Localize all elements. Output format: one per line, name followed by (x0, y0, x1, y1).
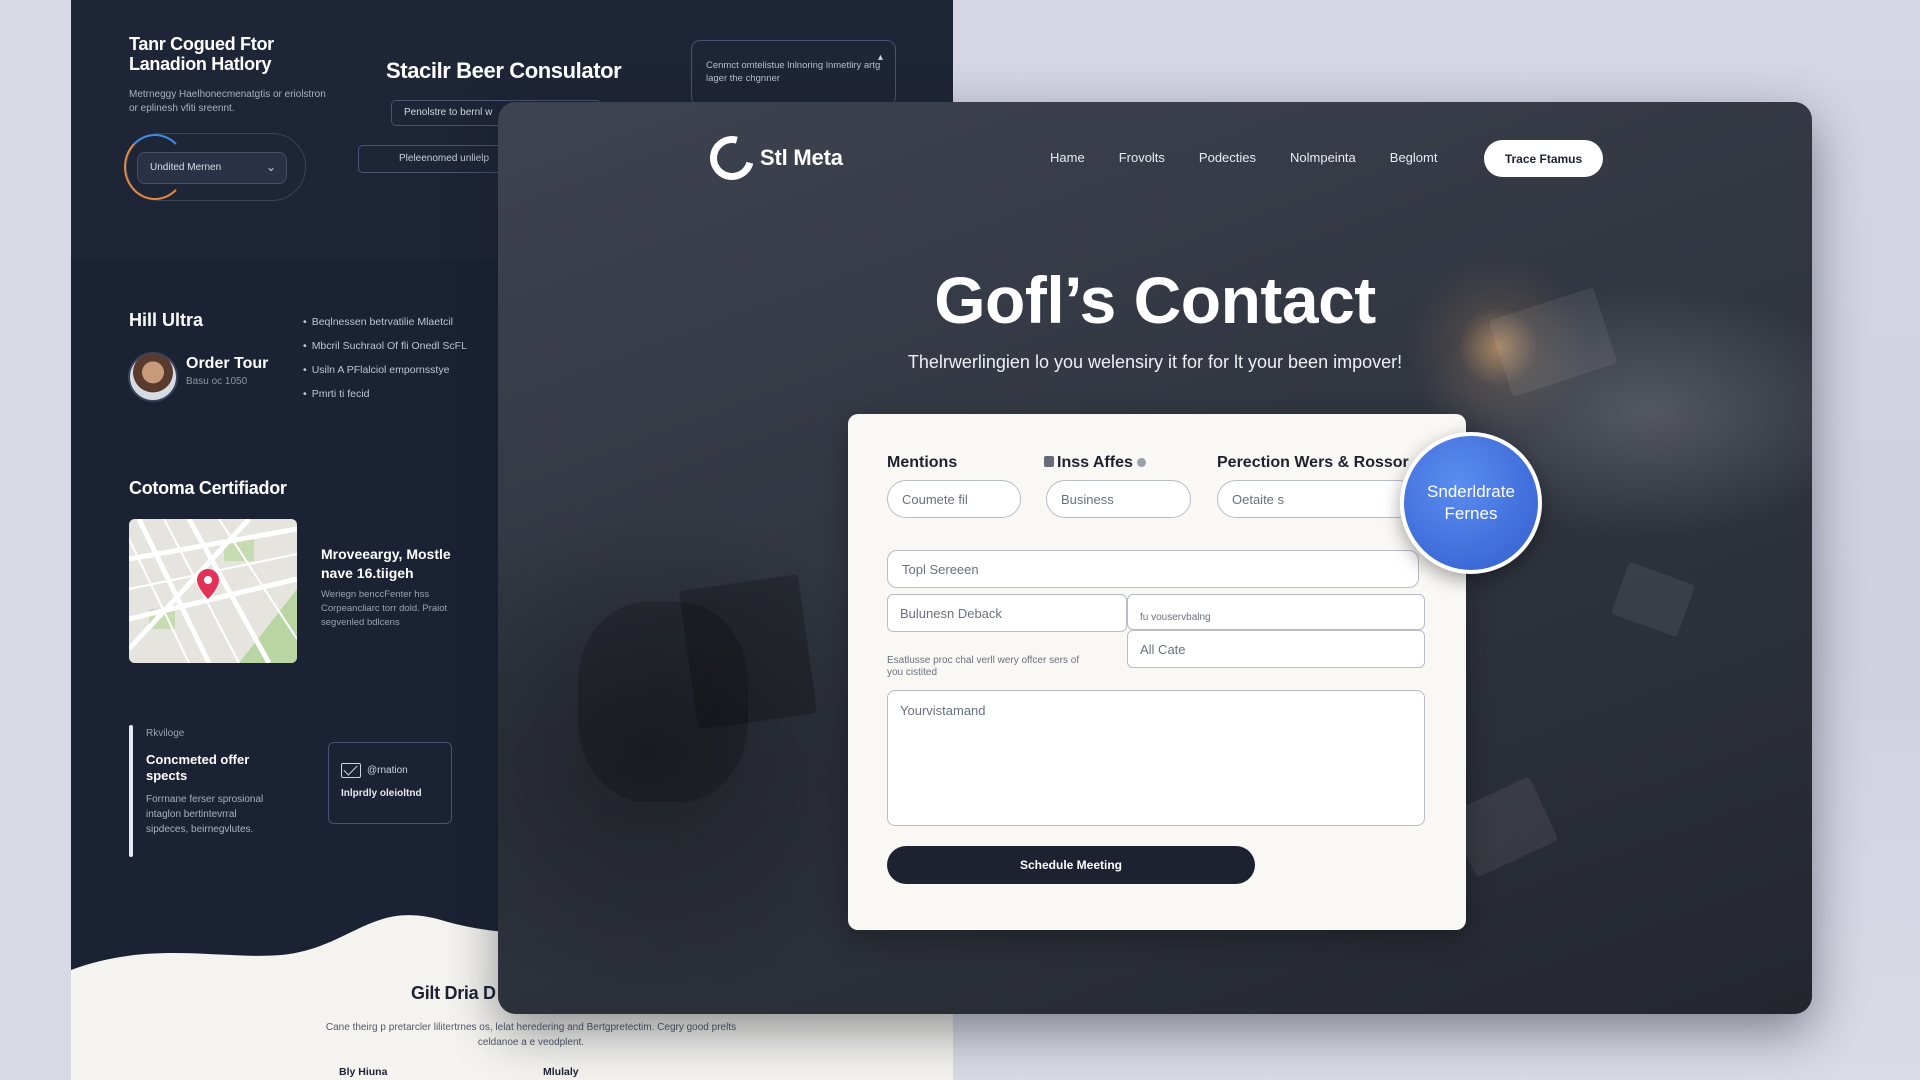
cert-title: Cotoma Certifiador (129, 478, 287, 498)
page-title: Gofl’s Contact (934, 263, 1376, 337)
category-small-label: fu vouservbalng (1140, 612, 1211, 623)
perection-label: Perection Wers & Rossor (1217, 454, 1409, 471)
mail-icon (341, 763, 361, 778)
nav-item-podecties[interactable]: Podecties (1199, 150, 1256, 165)
category-select[interactable]: All Cate (1127, 630, 1425, 668)
quote-label: Rkviloge (146, 728, 185, 739)
photo-paper (1610, 561, 1696, 638)
nav-item-beglomt[interactable]: Beglomt (1390, 150, 1438, 165)
page-subtitle: Thelrwerlingien lo you welensiry it for … (907, 352, 1403, 372)
logo-mark-icon (701, 127, 763, 189)
list-item: Usiln A PFlalciol empornsstye (303, 358, 467, 382)
footer-title: Gilt Dria D (411, 983, 496, 1003)
contact-page-window: Stl Meta Hame Frovolts Podecties Nolmpei… (498, 102, 1812, 1014)
footer-column-b: Mlulaly (543, 1066, 579, 1078)
contact-label: Inlprdly oleioltnd (341, 788, 422, 799)
logo-text: Stl Meta (760, 145, 843, 170)
quote-body: Forrnane ferser sprosional intaglon bert… (146, 794, 264, 835)
perection-input[interactable]: Oetaite s (1217, 480, 1417, 518)
order-subtitle: Basu oc 1050 (186, 376, 248, 387)
chevron-down-icon: ⌄ (265, 160, 276, 174)
mentions-label: Mentions (887, 454, 958, 471)
nav-item-nolmpeinta[interactable]: Nolmpeinta (1290, 150, 1356, 165)
badge-line-2: Fernes (1444, 504, 1498, 523)
affes-label-text: Inss Affes (1057, 454, 1133, 471)
nav-item-frovolts[interactable]: Frovolts (1119, 150, 1165, 165)
preview-select[interactable]: Undited Mernen ⌄ (137, 152, 287, 184)
info-icon (1136, 458, 1146, 467)
map-heading: Mroveeargy, Mostle nave 16.tiigeh (321, 546, 451, 581)
contact-card[interactable]: @rnation Inlprdly oleioltnd (328, 742, 452, 824)
main-nav: Hame Frovolts Podecties Nolmpeinta Beglo… (1050, 150, 1437, 165)
list-item: Pmrti ti fecid (303, 382, 467, 406)
preview-title: Tanr Cogued Ftor Lanadion Hatlory (129, 34, 274, 74)
contact-handle: @rnation (367, 765, 408, 776)
topic-input[interactable]: Topl Sereeen (887, 550, 1419, 588)
consult-title: Stacilr Beer Consulator (386, 58, 622, 83)
business-feedback-input[interactable]: Bulunesn Deback (887, 594, 1127, 632)
location-map[interactable] (129, 519, 297, 663)
feature-list: Beqlnessen betrvatilie Mlaetcil Mbcril S… (303, 310, 467, 406)
nav-item-home[interactable]: Hame (1050, 150, 1085, 165)
footer-column-a: Bly Hiuna (339, 1066, 388, 1078)
ultra-title: Hill Ultra (129, 310, 204, 330)
list-item: Beqlnessen betrvatilie Mlaetcil (303, 310, 467, 334)
preview-select-pill: Undited Mernen ⌄ (124, 133, 306, 201)
notice-card: Cenmct omtelistue lnlnoring lnmetliry ar… (691, 40, 896, 106)
business-input[interactable]: Business (1046, 480, 1191, 518)
message-textarea[interactable]: Yourvistamand (887, 690, 1425, 826)
quote-heading: Concmeted offer spects (146, 752, 250, 783)
nav-cta-button[interactable]: Trace Ftamus (1484, 140, 1603, 177)
photo-monitor (678, 574, 818, 730)
logo[interactable]: Stl Meta (701, 127, 843, 189)
affes-label: Inss Affes (1044, 454, 1146, 472)
preview-subtitle: Metrneggy Haelhonecmenatgtis or eriolstr… (129, 89, 326, 114)
mentions-input[interactable]: Coumete fil (887, 480, 1021, 518)
list-item: Mbcril Suchraol Of fli Onedl ScFL (303, 334, 467, 358)
order-title: Order Tour (186, 355, 269, 372)
footer-text: Cane theirg p pretarcler lilitertrnes os… (325, 1022, 737, 1048)
map-pin-icon (197, 569, 219, 599)
contact-form: Mentions Inss Affes Perection Wers & Ros… (848, 414, 1466, 930)
map-description: Weriegn benccFenter hss Corpeancliarc to… (321, 589, 448, 628)
close-icon[interactable]: ▴ (878, 51, 883, 64)
floating-badge[interactable]: Snderldrate Fernes (1400, 432, 1542, 574)
quote-bar (129, 725, 133, 857)
badge-line-1: Snderldrate (1427, 482, 1515, 501)
avatar (128, 352, 178, 402)
preview-select-value: Undited Mernen (150, 162, 222, 173)
help-text: Esatlusse proc chal verll wery offcer se… (887, 655, 1080, 678)
notice-text: Cenmct omtelistue lnlnoring lnmetliry ar… (706, 60, 881, 84)
document-icon (1044, 456, 1054, 467)
schedule-meeting-button[interactable]: Schedule Meeting (887, 846, 1255, 884)
category-box: fu vouservbalng (1127, 594, 1425, 630)
